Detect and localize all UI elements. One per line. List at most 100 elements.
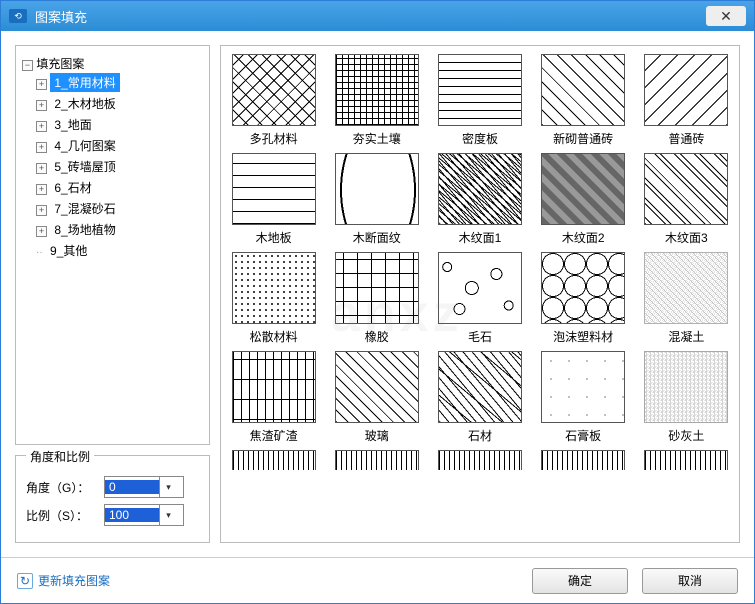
pattern-cell[interactable]: 玻璃 [328, 351, 425, 444]
pattern-cell[interactable]: 混凝土 [638, 252, 735, 345]
expander-icon[interactable]: + [36, 79, 47, 90]
pattern-cell[interactable]: 橡胶 [328, 252, 425, 345]
pattern-swatch [232, 252, 316, 324]
tree-item[interactable]: 9_其他 [46, 241, 91, 260]
pattern-swatch [644, 252, 728, 324]
pattern-cell[interactable] [431, 450, 528, 470]
pattern-label: 石膏板 [540, 427, 626, 444]
pattern-label: 木地板 [231, 229, 317, 246]
tree-item[interactable]: 5_砖墙屋顶 [50, 157, 119, 176]
pattern-cell[interactable]: 石材 [431, 351, 528, 444]
pattern-label: 密度板 [437, 130, 523, 147]
pattern-label: 砂灰土 [643, 427, 729, 444]
cancel-button[interactable]: 取消 [642, 568, 738, 594]
pattern-swatch [644, 153, 728, 225]
angle-input[interactable] [105, 480, 159, 494]
tree-item[interactable]: 4_几何图案 [50, 136, 119, 155]
scale-combo[interactable]: ▾ [104, 504, 184, 526]
pattern-cell[interactable]: 木纹面2 [535, 153, 632, 246]
panel-legend: 角度和比例 [26, 448, 94, 465]
pattern-tree[interactable]: − 填充图案 + 1_常用材料+ 2_木材地板+ 3_地面+ 4_几何图案+ 5… [15, 45, 210, 445]
pattern-swatch [335, 54, 419, 126]
pattern-label: 松散材料 [231, 328, 317, 345]
pattern-cell[interactable]: 木断面纹 [328, 153, 425, 246]
pattern-cell[interactable]: 松散材料 [225, 252, 322, 345]
scale-label: 比例（S）： [26, 507, 98, 524]
expander-icon[interactable]: + [36, 100, 47, 111]
expander-icon[interactable]: + [36, 121, 47, 132]
pattern-swatch [335, 153, 419, 225]
pattern-cell[interactable]: 石膏板 [535, 351, 632, 444]
window-title: 图案填充 [35, 7, 706, 26]
pattern-cell[interactable]: 木地板 [225, 153, 322, 246]
pattern-label: 多孔材料 [231, 130, 317, 147]
pattern-cell[interactable] [328, 450, 425, 470]
expander-icon[interactable]: + [36, 205, 47, 216]
pattern-cell[interactable]: 木纹面1 [431, 153, 528, 246]
pattern-cell[interactable]: 新砌普通砖 [535, 54, 632, 147]
pattern-label: 泡沫塑料材 [540, 328, 626, 345]
close-button[interactable]: ✕ [706, 6, 746, 26]
refresh-patterns-link[interactable]: ↻ 更新填充图案 [17, 572, 518, 589]
scale-input[interactable] [105, 508, 159, 522]
tree-root-label[interactable]: 填充图案 [36, 57, 84, 71]
refresh-label: 更新填充图案 [38, 572, 110, 589]
tree-item[interactable]: 6_石材 [50, 178, 95, 197]
tree-leaf-icon: ·· [36, 247, 43, 258]
pattern-swatch [335, 351, 419, 423]
pattern-swatch [438, 351, 522, 423]
pattern-label: 普通砖 [643, 130, 729, 147]
ok-button[interactable]: 确定 [532, 568, 628, 594]
tree-item[interactable]: 7_混凝砂石 [50, 199, 119, 218]
expander-icon[interactable]: + [36, 226, 47, 237]
pattern-swatch [335, 450, 419, 470]
pattern-label: 木纹面2 [540, 229, 626, 246]
expander-icon[interactable]: + [36, 142, 47, 153]
pattern-swatch [232, 153, 316, 225]
pattern-swatch [335, 252, 419, 324]
pattern-swatch [438, 54, 522, 126]
pattern-cell[interactable] [638, 450, 735, 470]
expander-icon[interactable]: − [22, 60, 33, 71]
tree-item[interactable]: 8_场地植物 [50, 220, 119, 239]
angle-combo[interactable]: ▾ [104, 476, 184, 498]
pattern-cell[interactable]: 砂灰土 [638, 351, 735, 444]
pattern-label: 新砌普通砖 [540, 130, 626, 147]
pattern-grid-panel: anxz 多孔材料夯实土壤密度板新砌普通砖普通砖木地板木断面纹木纹面1木纹面2木… [220, 45, 740, 543]
pattern-label: 夯实土壤 [334, 130, 420, 147]
pattern-label: 毛石 [437, 328, 523, 345]
chevron-down-icon[interactable]: ▾ [159, 505, 177, 525]
pattern-cell[interactable] [225, 450, 322, 470]
pattern-cell[interactable]: 多孔材料 [225, 54, 322, 147]
pattern-cell[interactable]: 泡沫塑料材 [535, 252, 632, 345]
pattern-swatch [232, 54, 316, 126]
tree-item[interactable]: 1_常用材料 [50, 73, 119, 92]
pattern-label: 焦渣矿渣 [231, 427, 317, 444]
angle-scale-panel: 角度和比例 角度（G）： ▾ 比例（S）： ▾ [15, 455, 210, 543]
pattern-cell[interactable] [535, 450, 632, 470]
pattern-swatch [541, 351, 625, 423]
pattern-swatch [232, 450, 316, 470]
pattern-swatch [541, 153, 625, 225]
pattern-cell[interactable]: 木纹面3 [638, 153, 735, 246]
pattern-cell[interactable]: 普通砖 [638, 54, 735, 147]
pattern-swatch [541, 252, 625, 324]
expander-icon[interactable]: + [36, 184, 47, 195]
pattern-swatch [644, 351, 728, 423]
pattern-cell[interactable]: 毛石 [431, 252, 528, 345]
tree-item[interactable]: 3_地面 [50, 115, 95, 134]
tree-item[interactable]: 2_木材地板 [50, 94, 119, 113]
refresh-icon: ↻ [17, 573, 33, 589]
pattern-cell[interactable]: 焦渣矿渣 [225, 351, 322, 444]
pattern-swatch [541, 450, 625, 470]
titlebar: ⟲ 图案填充 ✕ [1, 1, 754, 31]
pattern-cell[interactable]: 夯实土壤 [328, 54, 425, 147]
pattern-label: 石材 [437, 427, 523, 444]
pattern-swatch [232, 351, 316, 423]
app-icon: ⟲ [9, 9, 27, 23]
pattern-swatch [644, 450, 728, 470]
pattern-label: 混凝土 [643, 328, 729, 345]
chevron-down-icon[interactable]: ▾ [159, 477, 177, 497]
pattern-cell[interactable]: 密度板 [431, 54, 528, 147]
expander-icon[interactable]: + [36, 163, 47, 174]
